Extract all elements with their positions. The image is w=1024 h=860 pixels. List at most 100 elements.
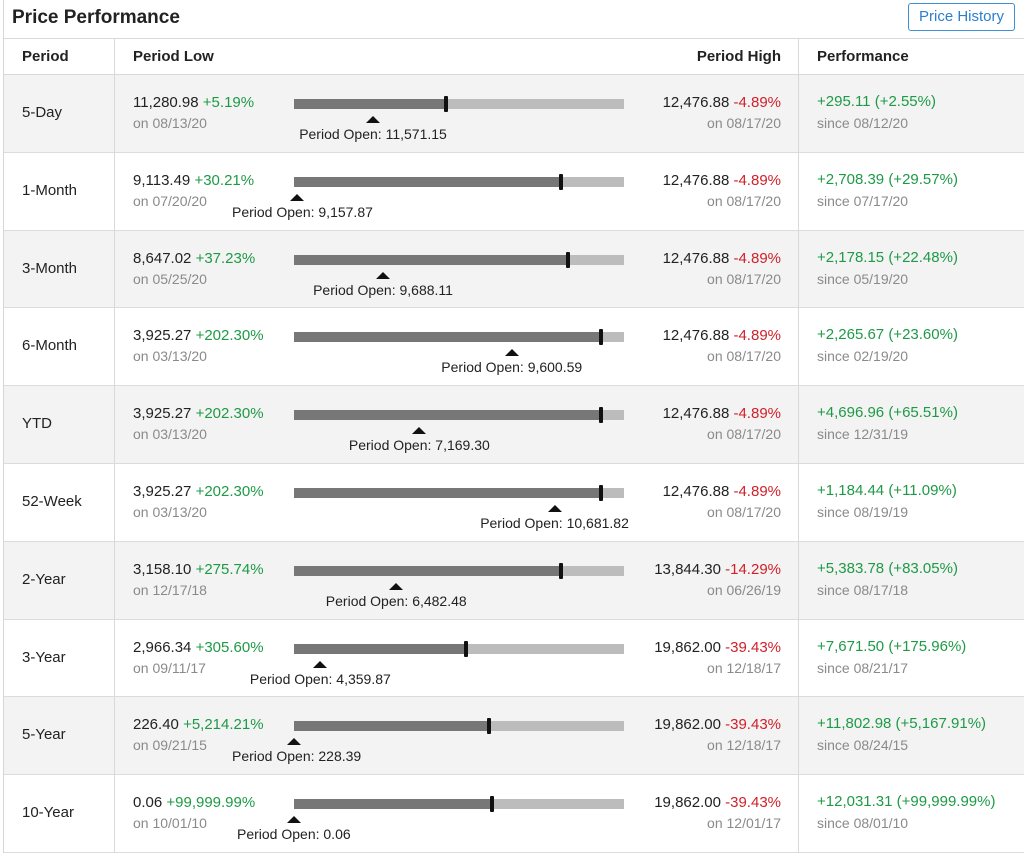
column-divider — [114, 38, 115, 853]
period-open-marker-icon — [547, 505, 562, 512]
period-low-date: on 03/13/20 — [133, 504, 207, 520]
period-open-marker-icon — [287, 738, 301, 746]
period-low-value: 3,925.27 — [133, 483, 192, 500]
period-open-value: 9,157.87 — [318, 203, 373, 220]
period-open-marker-icon — [504, 349, 519, 357]
performance-since-date: since 05/19/20 — [817, 270, 909, 287]
period-low-value: 11,280.98 — [133, 94, 199, 111]
price-history-button[interactable]: Price History — [907, 3, 1015, 31]
period-low-value: 0.06 — [133, 794, 163, 812]
period-open-value: 4,359.87 — [336, 670, 391, 687]
range-bar — [294, 251, 624, 268]
table-row: 2-Year 3,158.10 +275.74% on 12/17/18 Per… — [4, 541, 1024, 620]
period-open-marker-icon — [366, 116, 381, 123]
range-bar-fill — [294, 721, 489, 732]
period-label: 5-Year — [22, 726, 66, 744]
period-high-date: on 12/18/17 — [707, 659, 781, 676]
performance-since-date: since 08/01/10 — [817, 815, 909, 832]
period-high-change: -4.89% — [733, 483, 781, 500]
period-high: 13,844.30 -14.29% — [654, 561, 781, 578]
performance-value: +1,184.44 (+11.09%) — [817, 482, 957, 499]
range-bar-fill — [294, 332, 601, 343]
performance-since-date: since 02/19/20 — [817, 348, 909, 365]
period-high-value: 12,476.88 — [662, 405, 730, 423]
period-high-value: 12,476.88 — [662, 94, 730, 111]
range-bar-fill — [294, 99, 446, 109]
table-row: YTD 3,925.27 +202.30% on 03/13/20 Period… — [4, 386, 1024, 464]
period-low-value: 226.40 — [133, 716, 179, 734]
period-high: 19,862.00 -39.43% — [654, 716, 781, 733]
period-low-change: +5.19% — [202, 94, 255, 111]
range-bar-fill — [294, 799, 492, 810]
performance-since-date: since 08/17/18 — [817, 581, 909, 598]
range-bar-fill — [294, 488, 601, 498]
period-open-prefix: Period Open: — [480, 515, 567, 531]
period-high: 19,862.00 -39.43% — [654, 794, 781, 811]
period-high-date: on 12/01/17 — [707, 815, 781, 832]
period-high-value: 12,476.88 — [662, 171, 730, 189]
period-high-date: on 08/17/20 — [707, 504, 781, 520]
range-bar — [294, 485, 624, 501]
current-price-marker — [486, 718, 491, 735]
period-high-value: 19,862.00 — [654, 638, 721, 656]
period-label: 6-Month — [22, 337, 78, 355]
current-price-marker — [443, 96, 448, 112]
period-low-change: +30.21% — [194, 171, 255, 189]
period-open-prefix: Period Open: — [299, 126, 386, 142]
panel-title: Price Performance — [12, 7, 180, 28]
performance-since-date: since 08/19/19 — [817, 504, 909, 520]
period-open-prefix: Period Open: — [313, 281, 400, 298]
period-high-date: on 08/17/20 — [707, 115, 781, 131]
range-bar — [294, 718, 624, 735]
period-low: 3,158.10 +275.74% — [133, 561, 264, 578]
column-header-period-low: Period Low — [133, 48, 214, 65]
period-open-prefix: Period Open: — [232, 203, 319, 220]
table-row: 3-Year 2,966.34 +305.60% on 09/11/17 Per… — [4, 620, 1024, 698]
current-price-marker — [490, 796, 494, 813]
range-bar — [294, 329, 624, 346]
range-bar — [294, 173, 624, 190]
period-high-change: -39.43% — [725, 794, 781, 812]
period-open-value: 0.06 — [323, 826, 351, 843]
period-open-label: Period Open: 6,482.48 — [326, 593, 467, 609]
period-high-value: 13,844.30 — [654, 560, 721, 578]
period-high-value: 12,476.88 — [662, 327, 730, 345]
current-price-marker — [559, 173, 564, 190]
period-low-change: +275.74% — [195, 560, 264, 578]
range-bar-fill — [294, 410, 601, 421]
column-header-period-high: Period High — [696, 48, 781, 65]
period-high-change: -4.89% — [733, 405, 781, 423]
table-row: 10-Year 0.06 +99,999.99% on 10/01/10 Per… — [4, 775, 1024, 853]
performance-value: +2,708.39 (+29.57%) — [817, 170, 958, 188]
period-low-value: 9,113.49 — [133, 171, 191, 189]
period-label: 52-Week — [22, 493, 82, 510]
period-high-change: -4.89% — [733, 171, 781, 189]
period-high-value: 12,476.88 — [662, 483, 730, 500]
period-high: 12,476.88 -4.89% — [663, 250, 781, 267]
period-label: YTD — [22, 415, 52, 433]
period-open-value: 6,482.48 — [412, 592, 467, 609]
period-open-label: Period Open: 228.39 — [232, 748, 361, 764]
period-open-value: 9,600.59 — [527, 359, 583, 376]
period-high-change: -4.89% — [733, 94, 781, 111]
period-low-value: 8,647.02 — [133, 249, 192, 267]
period-low-date: on 05/25/20 — [133, 270, 207, 287]
period-open-marker-icon — [313, 660, 328, 668]
period-label: 5-Day — [22, 104, 63, 121]
table-header: Period Period Low Period High Performanc… — [4, 38, 1024, 75]
period-open-prefix: Period Open: — [441, 359, 528, 376]
period-open-marker-icon — [376, 271, 391, 279]
range-bar-fill — [294, 565, 562, 576]
period-high-change: -4.89% — [733, 249, 781, 267]
period-low-change: +202.30% — [195, 405, 264, 423]
period-open-label: Period Open: 7,169.30 — [349, 437, 490, 453]
period-high-change: -14.29% — [725, 560, 781, 578]
period-low-date: on 03/13/20 — [133, 348, 207, 365]
period-low-change: +37.23% — [195, 249, 256, 267]
table-row: 52-Week 3,925.27 +202.30% on 03/13/20 Pe… — [4, 464, 1024, 542]
range-bar — [294, 796, 624, 813]
period-high: 19,862.00 -39.43% — [654, 639, 781, 656]
period-open-prefix: Period Open: — [237, 826, 324, 843]
performance-value: +11,802.98 (+5,167.91%) — [817, 715, 987, 733]
period-low-change: +202.30% — [195, 483, 264, 500]
